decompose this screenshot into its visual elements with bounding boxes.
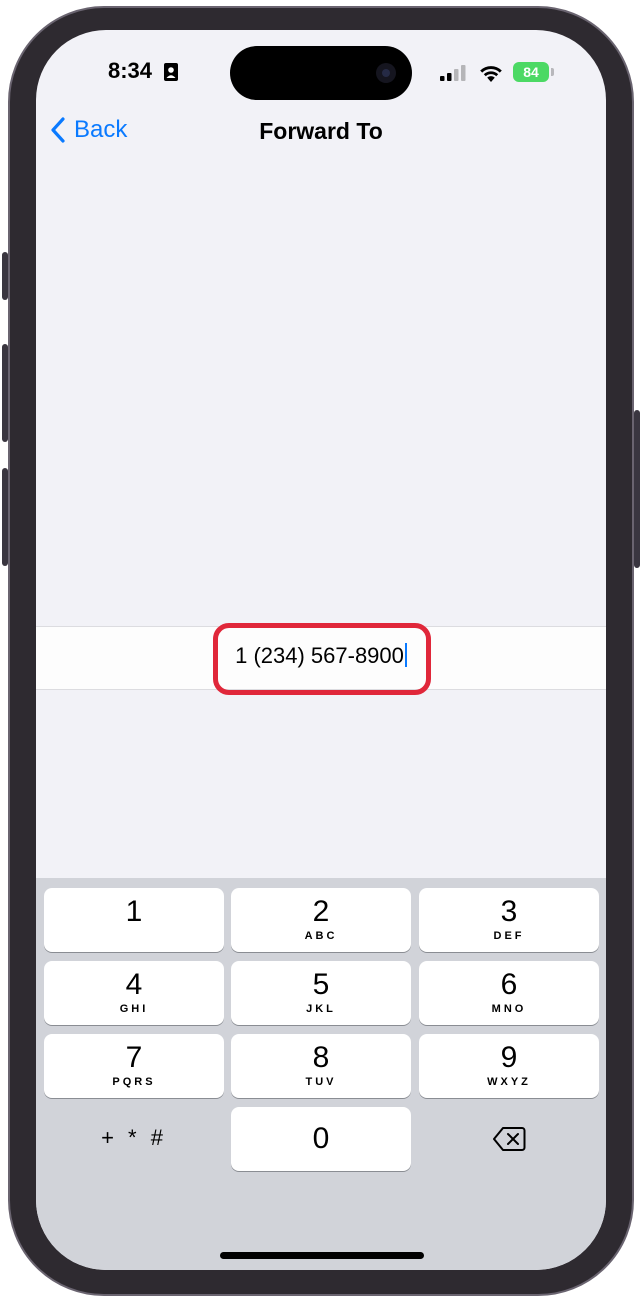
key-7[interactable]: 7 PQRS [44, 1034, 224, 1098]
key-2[interactable]: 2 ABC [231, 888, 411, 952]
key-3[interactable]: 3 DEF [419, 888, 599, 952]
status-time: 8:34 [108, 58, 153, 83]
highlight-annotation [213, 623, 431, 695]
wifi-icon [480, 66, 502, 82]
volume-down-button [2, 468, 8, 566]
key-0[interactable]: 0 [231, 1107, 411, 1171]
key-6[interactable]: 6 MNO [419, 961, 599, 1025]
delete-key[interactable] [419, 1107, 599, 1171]
key-1[interactable]: 1 [44, 888, 224, 952]
screen: 8:34 84 Back Forward To 1 (234) 567-8900… [36, 30, 606, 1270]
key-8[interactable]: 8 TUV [231, 1034, 411, 1098]
power-button [634, 410, 640, 568]
delete-backward-icon [493, 1127, 526, 1151]
signal-icon [440, 65, 466, 81]
page-title: Forward To [259, 118, 383, 144]
battery-charging-icon: 84 [513, 62, 549, 82]
contact-card-icon [164, 63, 178, 81]
symbols-key[interactable]: + * # [44, 1107, 224, 1171]
action-button [2, 252, 8, 300]
camera-icon [376, 63, 396, 83]
dynamic-island [230, 46, 412, 100]
key-5[interactable]: 5 JKL [231, 961, 411, 1025]
battery-tip [551, 68, 554, 76]
key-4[interactable]: 4 GHI [44, 961, 224, 1025]
key-9[interactable]: 9 WXYZ [419, 1034, 599, 1098]
volume-up-button [2, 344, 8, 442]
numeric-keypad: 1 2 ABC 3 DEF 4 GHI 5 JKL 6 MNO 7 PQRS 8… [36, 878, 606, 1270]
home-indicator[interactable] [220, 1252, 424, 1259]
